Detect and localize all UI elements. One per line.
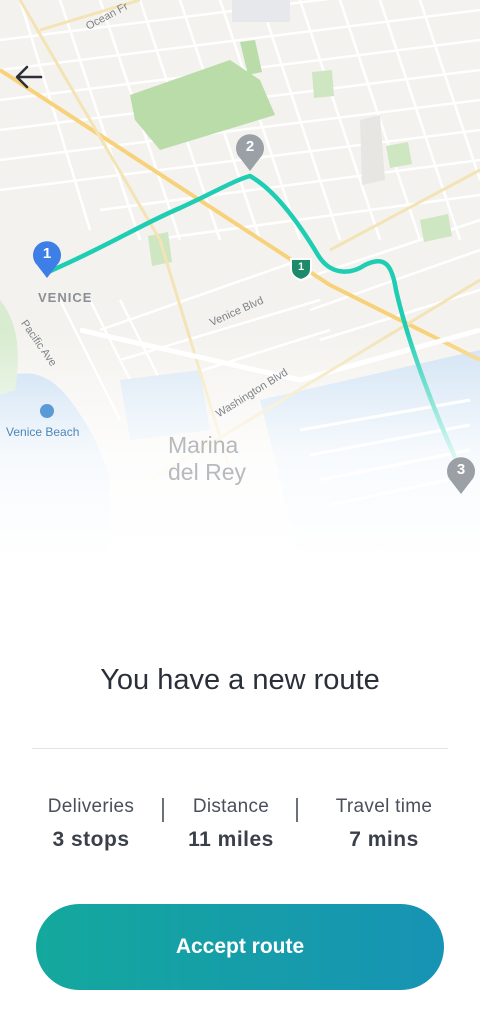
- stop-pin-number: 2: [245, 138, 255, 155]
- accept-route-label: Accept route: [175, 935, 305, 958]
- stat-value: 7 mins: [349, 828, 419, 851]
- new-route-title: You have a new route: [100, 664, 380, 696]
- stat-travel-time: Travel time 7 mins: [312, 796, 456, 852]
- stat-separator: [296, 798, 298, 822]
- stat-deliveries: Deliveries 3 stops: [28, 796, 154, 852]
- stat-label: Distance: [192, 796, 270, 817]
- route-stats: Deliveries 3 stops Distance 11 miles Tra…: [24, 796, 456, 860]
- marina-label-line2: del Rey: [168, 459, 246, 485]
- highway-shield-icon: 1: [288, 257, 314, 281]
- beach-marker-icon: [40, 404, 54, 418]
- stop-pin-number: 3: [456, 461, 466, 478]
- stat-value: 11 miles: [188, 828, 274, 851]
- stat-label: Travel time: [335, 796, 433, 817]
- route-map[interactable]: Ocean Fr VENICE Pacific Ave Venice Blvd …: [0, 0, 480, 560]
- stop-pin-1[interactable]: 1: [31, 240, 63, 280]
- stop-pin-number: 1: [42, 245, 52, 262]
- venice-label: VENICE: [38, 290, 93, 305]
- arrow-left-icon: [15, 65, 43, 89]
- stat-separator: [162, 798, 164, 822]
- accept-route-button[interactable]: Accept route: [36, 904, 444, 990]
- venice-beach-label: Venice Beach: [6, 425, 80, 439]
- summary-divider: [32, 748, 448, 749]
- stat-label: Deliveries: [47, 796, 135, 817]
- stat-distance: Distance 11 miles: [176, 796, 286, 852]
- marina-label-line1: Marina: [168, 432, 239, 458]
- marina-del-rey-label: Marina del Rey: [168, 432, 246, 486]
- stop-pin-2[interactable]: 2: [234, 133, 266, 173]
- stat-value: 3 stops: [52, 828, 130, 851]
- stop-pin-3[interactable]: 3: [445, 456, 477, 496]
- back-button[interactable]: [14, 64, 56, 106]
- highway-shield-number: 1: [297, 261, 305, 273]
